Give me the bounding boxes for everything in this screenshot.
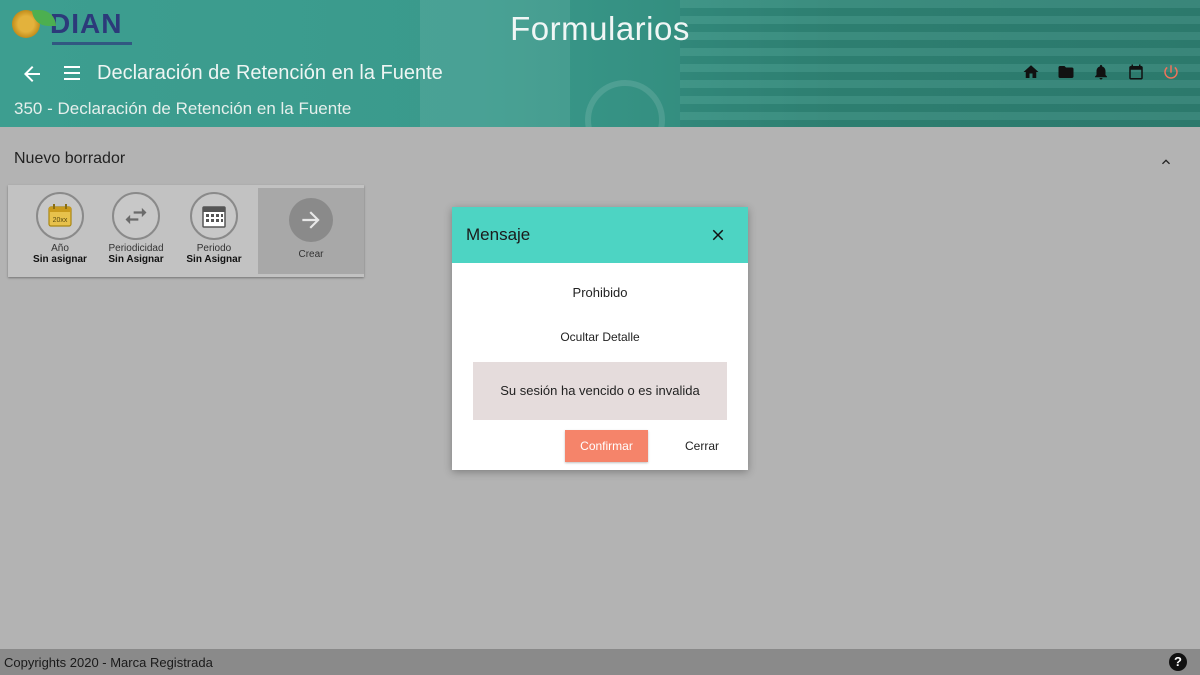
- create-label: Crear: [298, 249, 324, 260]
- tile-period[interactable]: Periodo Sin Asignar: [176, 185, 252, 277]
- arrow-forward-icon: [289, 198, 333, 242]
- year-calendar-icon: 20xx: [36, 192, 84, 240]
- app-header: DIAN Formularios Declaración de Retenció…: [0, 0, 1200, 127]
- section-title: Nuevo borrador: [14, 150, 126, 167]
- create-button[interactable]: Crear: [258, 188, 364, 274]
- page-title: Formularios: [510, 10, 690, 47]
- tile-periodicity-value: Sin Asignar: [108, 254, 164, 265]
- arrow-back-icon[interactable]: [20, 62, 44, 86]
- tile-periodicity[interactable]: Periodicidad Sin Asignar: [98, 185, 174, 277]
- copyright-text: Copyrights 2020 - Marca Registrada: [4, 655, 213, 670]
- dialog-status-text: Prohibido: [572, 285, 628, 300]
- header-background-arch: [585, 80, 665, 127]
- power-icon[interactable]: [1162, 63, 1180, 81]
- tile-periodicity-label: Periodicidad: [108, 243, 164, 254]
- close-icon[interactable]: [709, 226, 727, 244]
- app-footer: Copyrights 2020 - Marca Registrada ?: [0, 649, 1200, 675]
- folder-icon[interactable]: [1057, 63, 1075, 81]
- menu-icon[interactable]: [60, 62, 84, 86]
- bell-icon[interactable]: [1092, 63, 1110, 81]
- close-button[interactable]: Cerrar: [674, 430, 730, 462]
- draft-card: 20xx Año Sin asignar Periodicidad Sin As…: [8, 185, 364, 277]
- dialog-title: Mensaje: [466, 225, 531, 244]
- header-toolbar: [1022, 63, 1180, 81]
- help-icon[interactable]: ?: [1169, 653, 1187, 671]
- svg-text:20xx: 20xx: [53, 217, 68, 224]
- tile-period-label: Periodo: [196, 243, 232, 254]
- confirm-button[interactable]: Confirmar: [565, 430, 648, 462]
- dialog-header: Mensaje: [452, 207, 748, 263]
- tile-year-label: Año: [51, 243, 69, 254]
- form-subtitle: Declaración de Retención en la Fuente: [97, 62, 443, 84]
- dialog-detail-message: Su sesión ha vencido o es invalida: [473, 362, 727, 420]
- chevron-up-icon[interactable]: [1158, 154, 1174, 170]
- message-dialog: Mensaje Prohibido Ocultar Detalle Su ses…: [452, 207, 748, 470]
- swap-arrows-icon: [112, 192, 160, 240]
- calendar-grid-icon: [190, 192, 238, 240]
- tile-period-value: Sin Asignar: [186, 254, 242, 265]
- tile-year-value: Sin asignar: [33, 254, 87, 265]
- calendar-icon[interactable]: [1127, 63, 1145, 81]
- home-icon[interactable]: [1022, 63, 1040, 81]
- hide-detail-link[interactable]: Ocultar Detalle: [452, 330, 748, 344]
- tile-year[interactable]: 20xx Año Sin asignar: [22, 185, 98, 277]
- form-code-line: 350 - Declaración de Retención en la Fue…: [14, 99, 352, 118]
